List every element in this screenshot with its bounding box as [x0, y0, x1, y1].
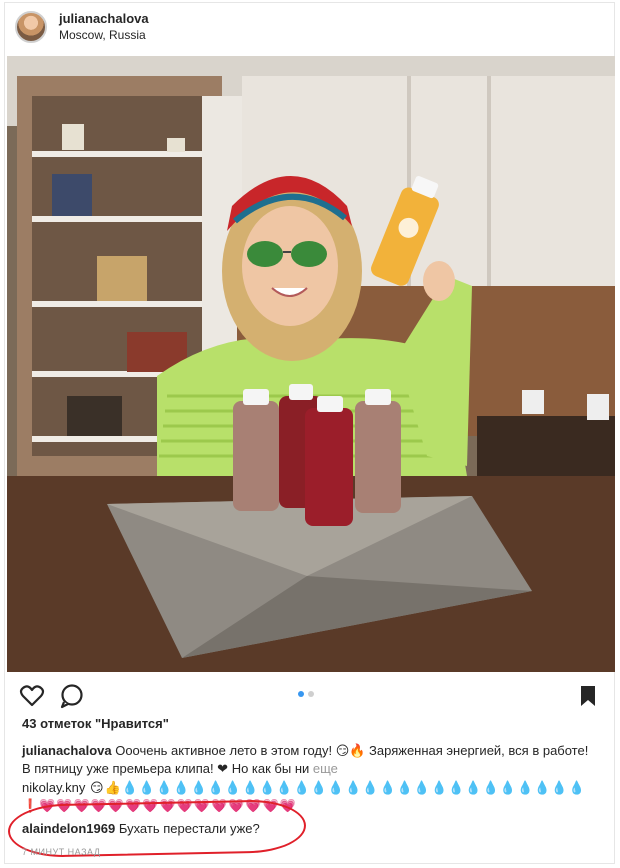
likes-count[interactable]: 43 отметок "Нравится" — [22, 716, 169, 731]
comment-text: 😏👍💧💧💧💧💧💧💧💧💧💧💧💧💧💧💧💧💧💧💧💧💧💧💧💧💧💧💧❗💗💗💗💗💗💗💗💗💗💗… — [22, 780, 586, 813]
comment-username[interactable]: alaindelon1969 — [22, 821, 115, 836]
avatar[interactable] — [15, 11, 47, 43]
caption-username[interactable]: julianachalova — [22, 743, 112, 758]
bookmark-icon[interactable] — [575, 683, 601, 709]
user-block: julianachalova Moscow, Russia — [59, 11, 149, 43]
comment-text: Бухать перестали уже? — [115, 821, 260, 836]
post-caption: julianachalova Ооочень активное лето в э… — [22, 742, 592, 778]
username[interactable]: julianachalova — [59, 11, 149, 27]
carousel-dot[interactable] — [308, 691, 314, 697]
post-header: julianachalova Moscow, Russia — [15, 8, 149, 46]
comment-icon[interactable] — [59, 683, 85, 709]
post-photo[interactable] — [7, 56, 615, 672]
post-timestamp: 7 МИНУТ НАЗАД — [22, 847, 101, 857]
comment-item: nikolay.kny 😏👍💧💧💧💧💧💧💧💧💧💧💧💧💧💧💧💧💧💧💧💧💧💧💧💧💧💧… — [22, 779, 602, 815]
action-bar — [19, 683, 599, 711]
carousel-indicator — [298, 691, 314, 697]
photo-illustration — [7, 56, 615, 672]
comment-username[interactable]: nikolay.kny — [22, 780, 85, 795]
location[interactable]: Moscow, Russia — [59, 27, 149, 43]
heart-icon[interactable] — [19, 683, 45, 709]
more-link[interactable]: еще — [313, 761, 338, 776]
carousel-dot-active[interactable] — [298, 691, 304, 697]
comment-item: alaindelon1969 Бухать перестали уже? — [22, 820, 260, 838]
